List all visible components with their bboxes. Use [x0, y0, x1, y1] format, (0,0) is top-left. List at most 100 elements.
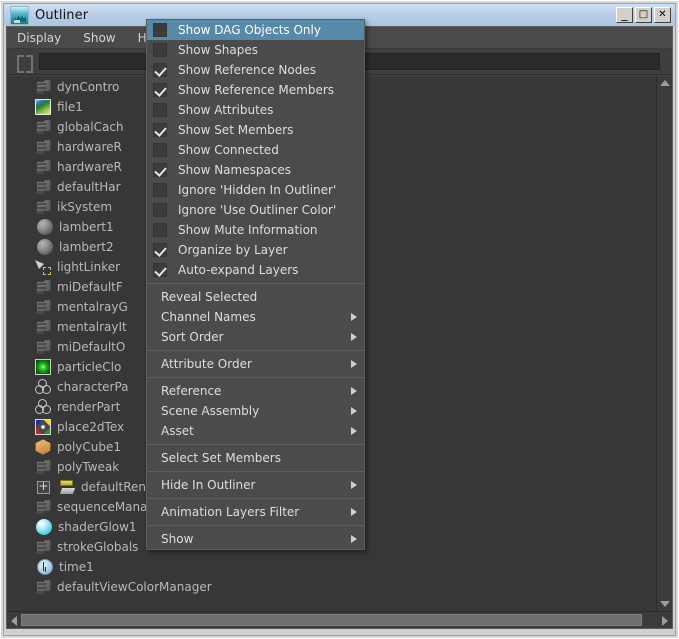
- tree-item-label: defaultHar: [57, 180, 121, 194]
- tree-item-label: polyTweak: [57, 460, 120, 474]
- menu-item[interactable]: Show: [147, 529, 364, 549]
- menu-item[interactable]: Channel Names: [147, 307, 364, 327]
- menu-item[interactable]: Auto-expand Layers: [147, 260, 364, 280]
- menu-item[interactable]: Animation Layers Filter: [147, 502, 364, 522]
- tree-row[interactable]: time1: [7, 557, 656, 577]
- menu-item[interactable]: Show Reference Members: [147, 80, 364, 100]
- tree-item-label: miDefaultO: [57, 340, 126, 354]
- menu-item[interactable]: Ignore 'Use Outliner Color': [147, 200, 364, 220]
- menu-item[interactable]: Show Reference Nodes: [147, 60, 364, 80]
- vertical-scrollbar[interactable]: [656, 76, 672, 611]
- checkbox-empty-icon[interactable]: [153, 223, 167, 237]
- menu-item-label: Reveal Selected: [161, 290, 258, 304]
- close-button[interactable]: ✕: [654, 7, 671, 23]
- menu-item[interactable]: Reference: [147, 381, 364, 401]
- menubar-show[interactable]: Show: [72, 27, 126, 49]
- checkbox-empty-icon[interactable]: [153, 143, 167, 157]
- menu-separator: [147, 444, 364, 445]
- checkbox-empty-icon[interactable]: [153, 43, 167, 57]
- menu-item-label: Select Set Members: [161, 451, 281, 465]
- menu-item[interactable]: Show Mute Information: [147, 220, 364, 240]
- submenu-arrow-icon: [351, 427, 357, 435]
- sphere-icon: [37, 239, 53, 255]
- menu-item[interactable]: Show Namespaces: [147, 160, 364, 180]
- node-icon: [37, 200, 51, 214]
- menu-item[interactable]: Hide In Outliner: [147, 475, 364, 495]
- submenu-arrow-icon: [351, 407, 357, 415]
- menu-item-label: Show Reference Nodes: [178, 63, 317, 77]
- tree-item-label: defaultRen: [81, 480, 147, 494]
- horizontal-scrollbar[interactable]: [7, 611, 672, 628]
- menu-item-label: Show Shapes: [178, 43, 259, 57]
- menu-item[interactable]: Show Set Members: [147, 120, 364, 140]
- scroll-up-arrow-icon[interactable]: [660, 80, 670, 86]
- submenu-arrow-icon: [351, 360, 357, 368]
- node-icon: [37, 340, 51, 354]
- maximize-glyph: □: [638, 9, 649, 20]
- checkmark-icon[interactable]: [153, 163, 167, 177]
- checkbox-empty-icon[interactable]: [153, 203, 167, 217]
- menu-item-label: Reference: [161, 384, 222, 398]
- scroll-down-arrow-icon[interactable]: [660, 601, 670, 607]
- node-icon: [37, 460, 51, 474]
- menu-item[interactable]: Reveal Selected: [147, 287, 364, 307]
- menu-item[interactable]: Organize by Layer: [147, 240, 364, 260]
- menu-item-label: Sort Order: [161, 330, 224, 344]
- menu-item[interactable]: Ignore 'Hidden In Outliner': [147, 180, 364, 200]
- menu-item[interactable]: Show DAG Objects Only: [147, 20, 364, 40]
- menu-item-label: Show Namespaces: [178, 163, 292, 177]
- light-icon: [35, 259, 51, 275]
- menu-item[interactable]: Sort Order: [147, 327, 364, 347]
- checkmark-icon[interactable]: [153, 263, 167, 277]
- submenu-arrow-icon: [351, 481, 357, 489]
- checkmark-icon[interactable]: [153, 243, 167, 257]
- menu-separator: [147, 525, 364, 526]
- menu-item[interactable]: Asset: [147, 421, 364, 441]
- node-icon: [37, 580, 51, 594]
- checkbox-empty-icon[interactable]: [153, 23, 167, 37]
- checkmark-icon[interactable]: [153, 63, 167, 77]
- checkmark-icon[interactable]: [153, 123, 167, 137]
- checkbox-empty-icon[interactable]: [153, 103, 167, 117]
- menu-item-label: Show Reference Members: [178, 83, 335, 97]
- scroll-left-arrow-icon[interactable]: [11, 616, 17, 626]
- tree-item-label: place2dTex: [57, 420, 125, 434]
- scroll-right-arrow-icon[interactable]: [662, 616, 668, 626]
- menu-item[interactable]: Show Connected: [147, 140, 364, 160]
- maximize-button[interactable]: □: [635, 7, 652, 23]
- show-popup-menu[interactable]: Show DAG Objects Only Show Shapes Show Ref…: [146, 19, 365, 550]
- menu-item[interactable]: Attribute Order: [147, 354, 364, 374]
- submenu-arrow-icon: [351, 333, 357, 341]
- tree-item-label: lambert2: [59, 240, 114, 254]
- node-icon: [37, 300, 51, 314]
- tree-item-label: hardwareR: [57, 160, 122, 174]
- menu-item[interactable]: Scene Assembly: [147, 401, 364, 421]
- menu-item-label: Channel Names: [161, 310, 256, 324]
- menu-item[interactable]: Show Shapes: [147, 40, 364, 60]
- tree-item-label: mentalrayG: [57, 300, 128, 314]
- particle-icon: [35, 359, 51, 375]
- menu-item-label: Show Connected: [178, 143, 279, 157]
- menu-item[interactable]: Show Attributes: [147, 100, 364, 120]
- tree-item-label: particleClo: [57, 360, 122, 374]
- tree-item-label: renderPart: [57, 400, 121, 414]
- tree-row[interactable]: defaultViewColorManager: [7, 577, 656, 597]
- menu-separator: [147, 350, 364, 351]
- menu-item[interactable]: Select Set Members: [147, 448, 364, 468]
- place2d-icon: [35, 419, 51, 435]
- minimize-button[interactable]: _: [616, 7, 633, 23]
- node-icon: [37, 500, 51, 514]
- menu-item-label: Asset: [161, 424, 194, 438]
- menubar-display[interactable]: Display: [7, 27, 72, 49]
- checkmark-icon[interactable]: [153, 83, 167, 97]
- checkbox-empty-icon[interactable]: [153, 183, 167, 197]
- horizontal-scroll-thumb[interactable]: [21, 614, 642, 626]
- polycube-icon: [35, 439, 51, 455]
- window-title: Outliner: [35, 7, 89, 23]
- expand-plus-icon[interactable]: [37, 479, 50, 494]
- tree-item-label: miDefaultF: [57, 280, 123, 294]
- file-icon: [35, 99, 51, 115]
- submenu-arrow-icon: [351, 508, 357, 516]
- filter-icon[interactable]: [16, 53, 34, 73]
- node-icon: [37, 160, 51, 174]
